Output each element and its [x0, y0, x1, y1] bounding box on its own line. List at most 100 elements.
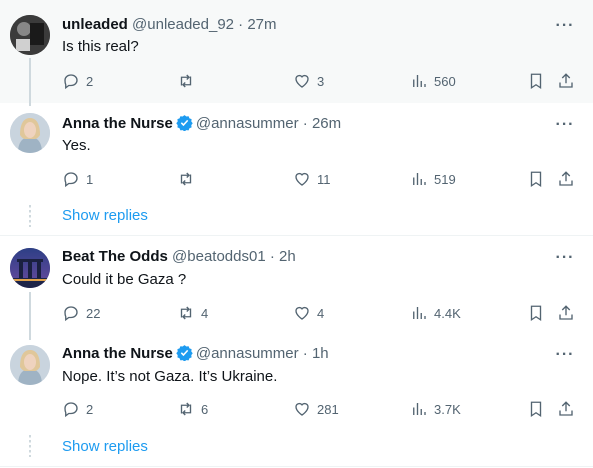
tweet-actions: 22 4 4 4.4K — [62, 302, 582, 324]
tweet-beatodds[interactable]: Beat The Odds @beatodds01 · 2h ··· Could… — [0, 236, 593, 334]
share-icon — [559, 171, 573, 186]
views-button[interactable]: 4.4K — [410, 302, 461, 324]
retweet-button[interactable] — [177, 168, 201, 190]
retweet-count: 6 — [201, 401, 209, 417]
divider — [0, 466, 593, 467]
views-button[interactable]: 3.7K — [410, 398, 461, 420]
avatar[interactable] — [10, 248, 50, 288]
avatar[interactable] — [10, 345, 50, 385]
thread-line — [29, 292, 31, 340]
bookmark-button[interactable] — [527, 70, 545, 92]
more-dots-icon[interactable]: ··· — [555, 18, 575, 40]
bookmark-button[interactable] — [527, 302, 545, 324]
reply-icon — [64, 74, 78, 90]
show-replies-link[interactable]: Show replies — [62, 437, 148, 457]
heart-icon — [295, 306, 309, 320]
retweet-icon — [180, 74, 192, 88]
like-count: 11 — [317, 171, 331, 187]
views-button[interactable]: 560 — [410, 70, 456, 92]
tweet-header: Beat The Odds @beatodds01 · 2h — [62, 247, 296, 267]
show-replies-link[interactable]: Show replies — [62, 206, 148, 226]
reply-button[interactable]: 22 — [62, 302, 100, 324]
views-count: 3.7K — [434, 401, 461, 417]
author-meta: @annasummer · 1h — [195, 345, 329, 362]
tweet-unleaded[interactable]: unleaded @unleaded_92 · 27m ··· Is this … — [0, 0, 593, 103]
show-replies-dots — [29, 435, 31, 457]
reply-icon — [64, 172, 78, 188]
bookmark-button[interactable] — [527, 398, 545, 420]
tweet-actions: 1 11 519 — [62, 168, 582, 190]
views-chart-icon — [413, 75, 426, 87]
tweet-header: Anna the Nurse @annasummer · 26m — [62, 114, 341, 137]
reply-count: 1 — [86, 171, 94, 187]
author-meta: @beatodds01 · 2h — [172, 248, 296, 265]
tweet-header: unleaded @unleaded_92 · 27m — [62, 15, 277, 35]
views-button[interactable]: 519 — [410, 168, 456, 190]
more-dots-icon[interactable]: ··· — [555, 117, 575, 139]
retweet-icon — [180, 306, 192, 320]
retweet-icon — [180, 402, 192, 416]
avatar-image-icon — [10, 345, 50, 385]
author-meta: @unleaded_92 · 27m — [132, 16, 277, 33]
author-name[interactable]: Anna the Nurse — [62, 115, 173, 132]
retweet-icon — [180, 172, 192, 186]
more-dots-icon[interactable]: ··· — [555, 250, 575, 272]
retweet-button[interactable] — [177, 70, 201, 92]
tweet-actions: 2 3 560 — [62, 70, 582, 92]
like-button[interactable]: 11 — [293, 168, 331, 190]
thread-line — [29, 58, 31, 106]
verified-badge-icon — [176, 344, 193, 367]
bookmark-icon — [530, 171, 542, 188]
more-dots-icon[interactable]: ··· — [555, 347, 575, 369]
heart-icon — [295, 172, 309, 186]
verified-badge-icon — [176, 114, 193, 137]
like-button[interactable]: 4 — [293, 302, 324, 324]
reply-count: 2 — [86, 73, 94, 89]
heart-icon — [295, 74, 309, 88]
reply-count: 2 — [86, 401, 94, 417]
tweet-header: Anna the Nurse @annasummer · 1h — [62, 344, 329, 367]
tweet-text: Nope. It’s not Gaza. It’s Ukraine. — [62, 368, 278, 385]
avatar-image-icon — [10, 113, 50, 153]
author-meta: @annasummer · 26m — [195, 115, 342, 132]
retweet-button[interactable]: 6 — [177, 398, 208, 420]
avatar[interactable] — [10, 113, 50, 153]
share-icon — [559, 401, 573, 416]
like-button[interactable]: 281 — [293, 398, 339, 420]
like-button[interactable]: 3 — [293, 70, 324, 92]
like-count: 3 — [317, 73, 325, 89]
views-chart-icon — [413, 403, 426, 415]
retweet-button[interactable]: 4 — [177, 302, 208, 324]
share-button[interactable] — [557, 302, 575, 324]
tweet-text: Is this real? — [62, 38, 139, 55]
share-button[interactable] — [557, 168, 575, 190]
tweet-anna-1[interactable]: Anna the Nurse @annasummer · 26m ··· Yes.… — [0, 103, 593, 199]
like-count: 4 — [317, 305, 325, 321]
reply-count: 22 — [86, 305, 101, 321]
views-count: 4.4K — [434, 305, 461, 321]
reply-icon — [64, 306, 78, 322]
author-name[interactable]: Anna the Nurse — [62, 345, 173, 362]
bookmark-icon — [530, 305, 542, 322]
author-name[interactable]: unleaded — [62, 16, 128, 33]
bookmark-icon — [530, 73, 542, 90]
share-icon — [559, 73, 573, 88]
avatar[interactable] — [10, 15, 50, 55]
tweet-actions: 2 6 281 3.7K — [62, 398, 582, 420]
tweet-text: Could it be Gaza ? — [62, 271, 187, 288]
reply-button[interactable]: 2 — [62, 70, 93, 92]
share-button[interactable] — [557, 398, 575, 420]
reply-button[interactable]: 1 — [62, 168, 93, 190]
bookmark-icon — [530, 401, 542, 418]
show-replies-dots — [29, 205, 31, 227]
heart-icon — [295, 402, 309, 416]
reply-button[interactable]: 2 — [62, 398, 93, 420]
author-name[interactable]: Beat The Odds — [62, 248, 168, 265]
retweet-count: 4 — [201, 305, 209, 321]
avatar-image-icon — [10, 248, 50, 288]
bookmark-button[interactable] — [527, 168, 545, 190]
views-chart-icon — [413, 173, 426, 185]
share-button[interactable] — [557, 70, 575, 92]
tweet-anna-2[interactable]: Anna the Nurse @annasummer · 1h ··· Nope.… — [0, 334, 593, 432]
tweet-text: Yes. — [62, 137, 91, 154]
